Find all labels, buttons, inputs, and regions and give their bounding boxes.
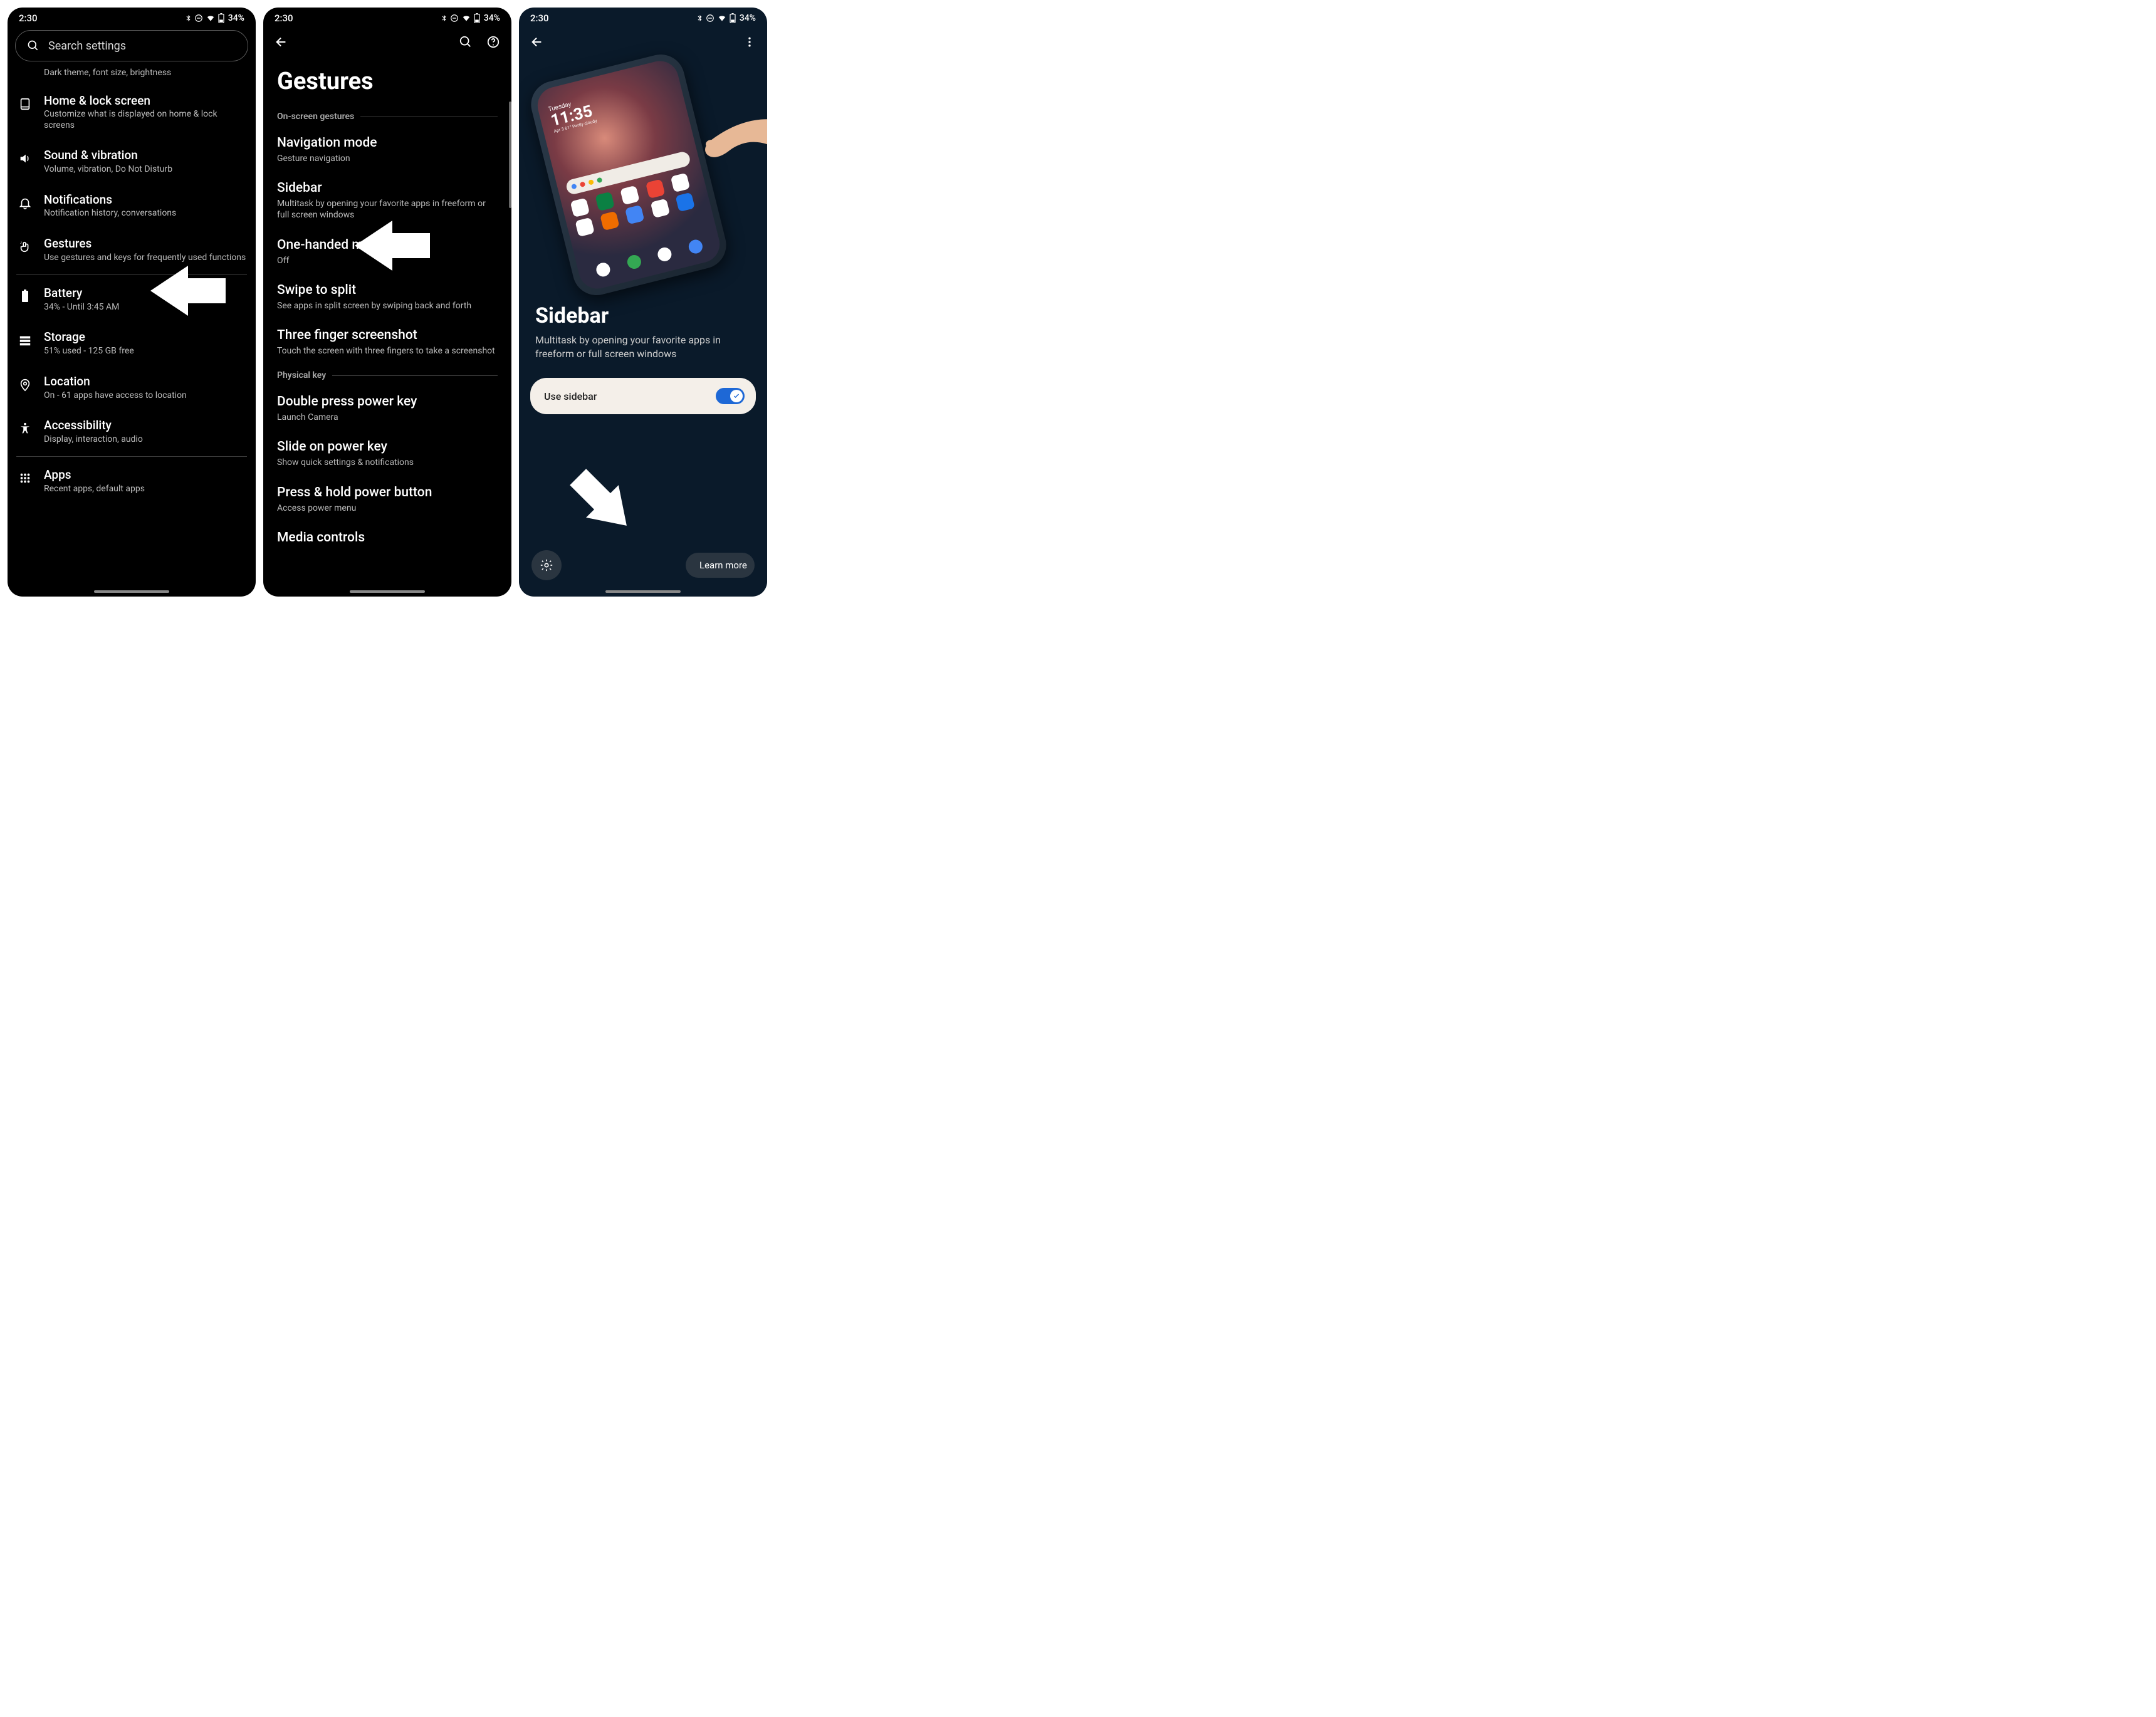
apps-icon — [18, 471, 32, 485]
status-time: 2:30 — [275, 13, 293, 24]
search-icon — [27, 39, 39, 52]
storage-icon — [18, 333, 32, 347]
bluetooth-icon — [696, 14, 703, 23]
help-icon[interactable] — [486, 35, 500, 49]
search-settings-field[interactable]: Search settings — [15, 30, 248, 61]
gesture-item-navigation-mode[interactable]: Navigation mode Gesture navigation — [263, 128, 511, 173]
settings-list[interactable]: Dark theme, font size, brightness Home &… — [8, 68, 256, 597]
settings-item-apps[interactable]: Apps Recent apps, default apps — [8, 459, 256, 503]
annotation-arrow — [355, 221, 430, 271]
annotation-arrow — [561, 460, 644, 543]
battery-percent: 34% — [740, 13, 756, 23]
use-sidebar-card: Use sidebar — [530, 378, 756, 414]
hero-dock — [585, 233, 713, 283]
dnd-icon — [450, 14, 459, 23]
page-title: Sidebar — [519, 291, 767, 333]
settings-fab[interactable] — [531, 550, 562, 580]
settings-item-notifications[interactable]: Notifications Notification history, conv… — [8, 184, 256, 228]
gesture-item-double-press[interactable]: Double press power key Launch Camera — [263, 387, 511, 432]
dnd-icon — [194, 14, 203, 23]
page-title: Gestures — [263, 53, 511, 107]
app-bar — [519, 26, 767, 53]
status-time: 2:30 — [530, 13, 549, 24]
settings-item-accessibility[interactable]: Accessibility Display, interaction, audi… — [8, 410, 256, 454]
wifi-icon — [717, 14, 727, 23]
annotation-arrow — [150, 266, 226, 316]
app-bar — [263, 26, 511, 53]
page-subtitle: Multitask by opening your favorite apps … — [519, 333, 767, 378]
gesture-item-swipe-split[interactable]: Swipe to split See apps in split screen … — [263, 275, 511, 320]
bluetooth-icon — [184, 14, 192, 23]
use-sidebar-label: Use sidebar — [544, 390, 597, 402]
hero-clock-widget: Tuesday 11:35 Apr 3 61° Partly cloudy — [548, 96, 598, 134]
scrollbar[interactable] — [509, 102, 511, 208]
bell-icon — [18, 196, 32, 210]
sound-icon — [18, 152, 32, 165]
battery-percent: 34% — [228, 13, 244, 23]
nav-bar-pill[interactable] — [94, 590, 169, 593]
location-icon — [18, 378, 32, 392]
learn-more-button[interactable]: Learn more — [686, 553, 755, 578]
back-icon[interactable] — [530, 35, 544, 49]
battery-vert-icon — [21, 290, 29, 303]
sidebar-screen: 2:30 34% Tuesday 11:35 Apr 3 61° Partly … — [519, 8, 767, 597]
use-sidebar-toggle[interactable] — [716, 388, 745, 404]
dnd-icon — [706, 14, 714, 23]
home-icon — [18, 97, 32, 111]
search-placeholder: Search settings — [48, 39, 126, 53]
section-physical-key: Physical key — [263, 365, 511, 387]
settings-item-display-sub[interactable]: Dark theme, font size, brightness — [8, 68, 256, 85]
gesture-item-press-hold[interactable]: Press & hold power button Access power m… — [263, 478, 511, 523]
divider — [16, 456, 247, 457]
settings-screen: 2:30 34% Search settings Dark theme, fon… — [8, 8, 256, 597]
gesture-icon — [18, 240, 32, 254]
status-bar: 2:30 34% — [263, 8, 511, 26]
gestures-screen: 2:30 34% Gestures On-screen gestures Nav… — [263, 8, 511, 597]
gesture-item-media-controls[interactable]: Media controls — [263, 523, 511, 554]
battery-icon — [730, 13, 736, 23]
battery-icon — [474, 13, 480, 23]
back-icon[interactable] — [275, 35, 288, 49]
status-icons: 34% — [696, 13, 756, 23]
status-bar: 2:30 34% — [519, 8, 767, 26]
gear-icon — [540, 558, 553, 572]
hero-illustration: Tuesday 11:35 Apr 3 61° Partly cloudy — [529, 59, 767, 291]
gesture-item-three-finger[interactable]: Three finger screenshot Touch the screen… — [263, 320, 511, 365]
accessibility-icon — [18, 422, 32, 436]
settings-item-storage[interactable]: Storage 51% used - 125 GB free — [8, 321, 256, 365]
wifi-icon — [206, 14, 216, 23]
nav-bar-pill[interactable] — [350, 590, 425, 593]
battery-icon — [218, 13, 224, 23]
gesture-item-slide-power[interactable]: Slide on power key Show quick settings &… — [263, 432, 511, 477]
settings-item-home-lock[interactable]: Home & lock screen Customize what is dis… — [8, 85, 256, 140]
search-icon[interactable] — [459, 35, 473, 49]
nav-bar-pill[interactable] — [605, 590, 681, 593]
status-icons: 34% — [184, 13, 244, 23]
wifi-icon — [461, 14, 471, 23]
bluetooth-icon — [440, 14, 447, 23]
status-time: 2:30 — [19, 13, 38, 24]
settings-item-location[interactable]: Location On - 61 apps have access to loc… — [8, 366, 256, 410]
status-bar: 2:30 34% — [8, 8, 256, 26]
status-icons: 34% — [440, 13, 500, 23]
settings-item-sound[interactable]: Sound & vibration Volume, vibration, Do … — [8, 140, 256, 184]
battery-percent: 34% — [484, 13, 500, 23]
section-on-screen: On-screen gestures — [263, 107, 511, 128]
overflow-icon[interactable] — [743, 36, 756, 48]
